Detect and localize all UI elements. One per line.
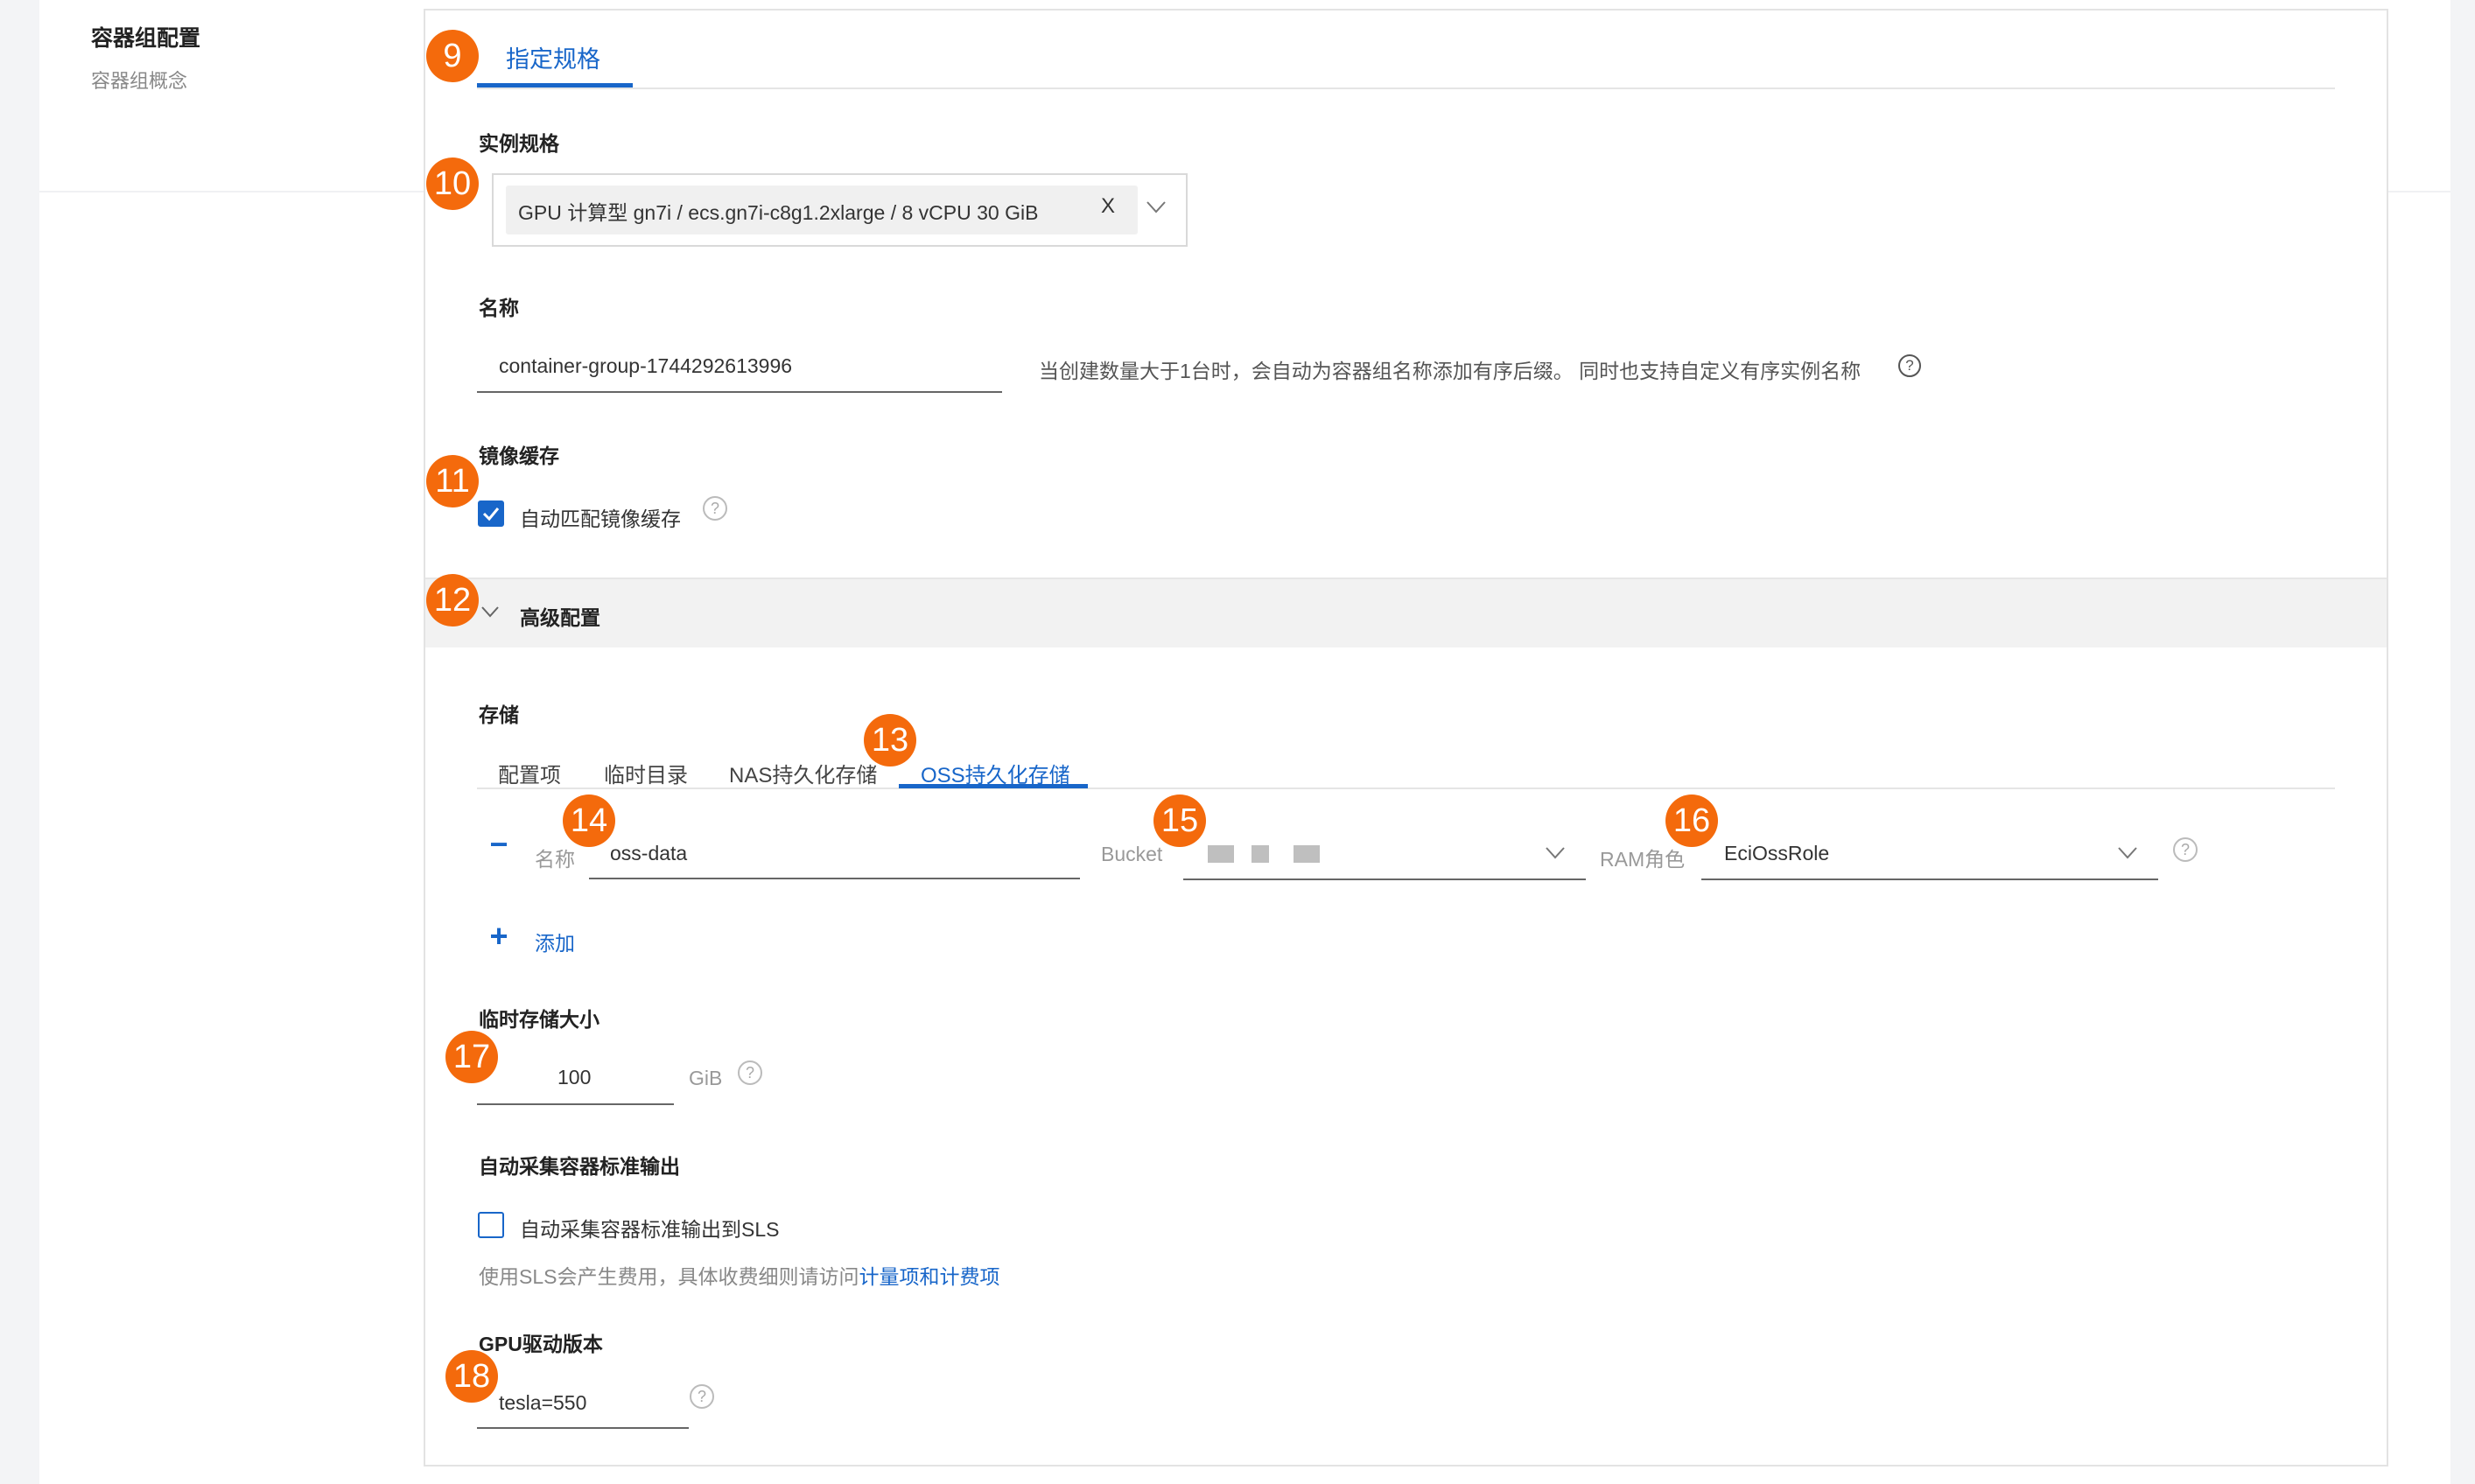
oss-name-underline bbox=[589, 878, 1080, 879]
oss-name-label: 名称 bbox=[535, 848, 575, 871]
name-hint: 当创建数量大于1台时，会自动为容器组名称添加有序后缀。 同时也支持自定义有序实例… bbox=[1039, 360, 1862, 382]
tab-bar-divider bbox=[477, 88, 2335, 89]
help-icon[interactable]: ? bbox=[690, 1384, 714, 1409]
add-row-label[interactable]: 添加 bbox=[535, 927, 575, 956]
annotation-badge: 18 bbox=[445, 1350, 498, 1403]
add-row-button[interactable]: + bbox=[480, 919, 518, 957]
annotation-badge: 9 bbox=[426, 30, 479, 82]
image-cache-label: 镜像缓存 bbox=[479, 444, 559, 467]
temp-storage-label: 临时存储大小 bbox=[479, 1008, 599, 1031]
annotation-badge: 17 bbox=[445, 1031, 498, 1083]
image-cache-checkbox-label: 自动匹配镜像缓存 bbox=[520, 508, 681, 530]
billing-link[interactable]: 计量项和计费项 bbox=[859, 1265, 999, 1288]
instance-spec-label: 实例规格 bbox=[479, 132, 559, 155]
chevron-down-icon[interactable] bbox=[1546, 847, 1565, 859]
annotation-badge: 16 bbox=[1665, 794, 1718, 847]
annotation-badge: 11 bbox=[426, 455, 479, 508]
help-icon[interactable]: ? bbox=[738, 1060, 762, 1085]
name-input-underline bbox=[477, 391, 1002, 393]
bucket-redacted-block bbox=[1252, 845, 1269, 863]
chevron-down-icon[interactable] bbox=[2118, 847, 2137, 859]
chevron-down-icon[interactable] bbox=[1146, 201, 1166, 214]
ram-role-select[interactable]: EciOssRole bbox=[1724, 842, 1829, 865]
bucket-select-underline[interactable] bbox=[1183, 878, 1586, 880]
advanced-config-toggle[interactable] bbox=[425, 578, 2387, 648]
gpu-driver-input[interactable]: tesla=550 bbox=[499, 1391, 586, 1415]
ram-role-underline bbox=[1701, 878, 2158, 880]
gpu-driver-underline bbox=[477, 1427, 689, 1429]
section-title: 容器组配置 bbox=[91, 26, 201, 51]
help-icon[interactable]: ? bbox=[2173, 837, 2198, 862]
help-icon[interactable]: ? bbox=[703, 496, 727, 521]
section-concept-link[interactable]: 容器组概念 bbox=[91, 66, 187, 94]
close-icon[interactable]: X bbox=[1101, 194, 1115, 219]
ram-role-label: RAM角色 bbox=[1600, 848, 1686, 871]
stdout-checkbox[interactable] bbox=[478, 1212, 504, 1238]
gpu-driver-label: GPU驱动版本 bbox=[479, 1333, 603, 1355]
oss-name-input[interactable]: oss-data bbox=[610, 842, 687, 865]
temp-storage-unit: GiB bbox=[689, 1067, 723, 1089]
stdout-note-text: 使用SLS会产生费用，具体收费细则请访问 bbox=[479, 1265, 859, 1288]
annotation-badge: 15 bbox=[1153, 794, 1206, 847]
bucket-redacted-block bbox=[1208, 845, 1234, 863]
subtab-temp-dir[interactable]: 临时目录 bbox=[604, 758, 688, 788]
tab-specify-spec[interactable]: 指定规格 bbox=[506, 40, 600, 74]
bucket-redacted-block bbox=[1294, 845, 1320, 863]
subtab-active-indicator bbox=[899, 784, 1088, 788]
name-input[interactable]: container-group-1744292613996 bbox=[499, 354, 792, 378]
image-cache-checkbox[interactable] bbox=[478, 500, 504, 527]
advanced-config-title: 高级配置 bbox=[520, 606, 600, 629]
stdout-label: 自动采集容器标准输出 bbox=[479, 1155, 680, 1178]
help-icon[interactable]: ? bbox=[1898, 354, 1921, 377]
name-label: 名称 bbox=[479, 297, 519, 319]
annotation-badge: 10 bbox=[426, 158, 479, 210]
chevron-down-icon bbox=[481, 606, 499, 618]
instance-spec-value: GPU 计算型 gn7i / ecs.gn7i-c8g1.2xlarge / 8… bbox=[518, 201, 1039, 224]
temp-storage-input[interactable]: 100 bbox=[557, 1066, 591, 1089]
remove-row-button[interactable]: − bbox=[480, 827, 518, 865]
annotation-badge: 13 bbox=[864, 714, 916, 766]
annotation-badge: 14 bbox=[563, 794, 615, 847]
stdout-checkbox-label: 自动采集容器标准输出到SLS bbox=[520, 1218, 780, 1241]
annotation-badge: 12 bbox=[426, 574, 479, 626]
stdout-note: 使用SLS会产生费用，具体收费细则请访问计量项和计费项 bbox=[479, 1260, 999, 1290]
subtab-bar-divider bbox=[477, 788, 2335, 789]
subtab-config-items[interactable]: 配置项 bbox=[498, 758, 561, 788]
storage-label: 存储 bbox=[479, 704, 519, 726]
subtab-nas-storage[interactable]: NAS持久化存储 bbox=[729, 758, 877, 788]
bucket-label: Bucket bbox=[1101, 843, 1163, 865]
temp-storage-underline bbox=[477, 1103, 674, 1105]
